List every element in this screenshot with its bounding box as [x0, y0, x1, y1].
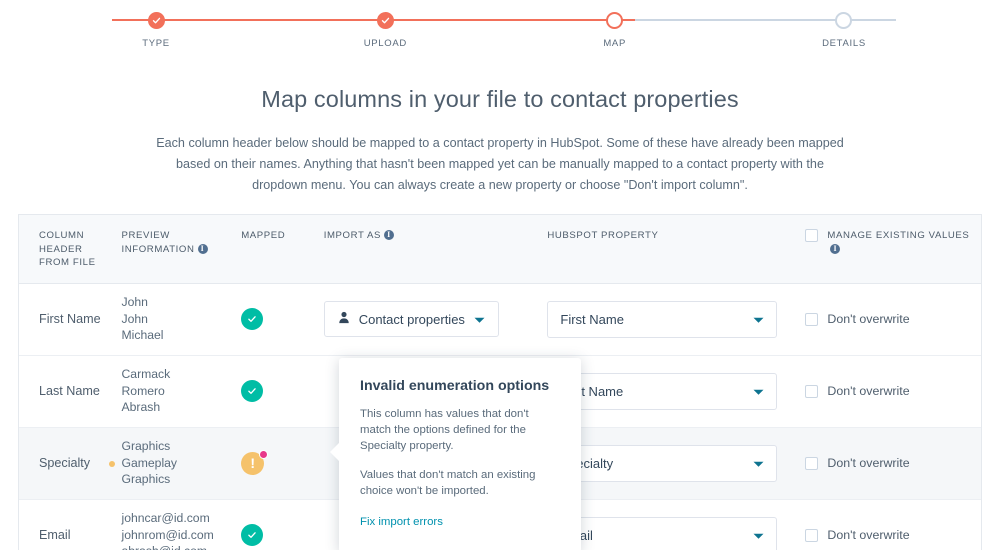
- invalid-enumeration-popover: Invalid enumeration options This column …: [330, 358, 581, 550]
- page-description: Each column header below should be mappe…: [156, 136, 844, 192]
- row-preview: johncar@id.com johnrom@id.com abrash@id.…: [121, 510, 241, 550]
- row-dont-overwrite: Don't overwrite: [805, 384, 981, 398]
- row-mapped-status: !: [241, 449, 323, 475]
- row-dont-overwrite: Don't overwrite: [805, 528, 981, 542]
- contact-icon: [338, 311, 350, 327]
- column-mapping-table: COLUMN HEADER FROM FILE PREVIEW INFORMAT…: [18, 214, 982, 550]
- import-as-dropdown[interactable]: Contact properties: [323, 301, 499, 337]
- preview-line: Graphics: [121, 439, 171, 454]
- dont-overwrite-label: Don't overwrite: [827, 456, 910, 470]
- step-label: UPLOAD: [363, 38, 407, 49]
- dont-overwrite-checkbox[interactable]: [805, 456, 819, 470]
- popover-paragraph-2: Values that don't match an existing choi…: [360, 469, 536, 497]
- intro-section: Map columns in your file to contact prop…: [0, 60, 1000, 196]
- preview-line: johnrom@id.com: [121, 527, 214, 542]
- preview-line: Graphics: [121, 472, 171, 487]
- preview-line: Abrash: [121, 400, 161, 415]
- page-title: Map columns in your file to contact prop…: [261, 86, 739, 112]
- hubspot-property-value: First Name: [560, 311, 624, 327]
- chevron-down-icon: [753, 312, 764, 327]
- preview-line: Michael: [121, 328, 164, 343]
- import-stepper: TYPE UPLOAD MAP DETAILS: [0, 0, 1000, 60]
- import-as-value: Contact properties: [358, 311, 465, 327]
- row-hubspot-property: Last Name: [547, 372, 805, 410]
- row-preview: Graphics Gameplay Graphics: [109, 438, 241, 488]
- hubspot-property-select[interactable]: Specialty: [547, 444, 778, 482]
- preview-line: johncar@id.com: [121, 511, 210, 526]
- circle-icon: [835, 12, 853, 29]
- preview-line: Carmack: [121, 367, 171, 382]
- fix-import-errors-link[interactable]: Fix import errors: [360, 516, 443, 528]
- header-import-as-label: IMPORT AS: [323, 230, 381, 241]
- row-preview: John John Michael: [121, 294, 241, 344]
- header-preview-information-label: PREVIEW INFORMATION: [121, 230, 195, 255]
- row-column-header: Email: [39, 527, 71, 542]
- chevron-down-icon: [474, 312, 485, 327]
- circle-icon: [606, 12, 624, 29]
- dont-overwrite-checkbox[interactable]: [805, 384, 819, 398]
- row-preview: Carmack Romero Abrash: [121, 366, 241, 416]
- header-preview-information: PREVIEW INFORMATION i: [121, 229, 241, 256]
- info-icon[interactable]: i: [384, 230, 394, 240]
- row-hubspot-property: First Name: [547, 300, 805, 338]
- header-column-header-from-file: COLUMN HEADER FROM FILE: [39, 230, 96, 268]
- header-manage-existing-values-label: MANAGE EXISTING VALUESi: [827, 230, 970, 254]
- check-icon: [147, 12, 165, 29]
- row-import-as: Contact properties: [323, 301, 548, 337]
- dont-overwrite-checkbox[interactable]: [805, 312, 819, 326]
- chevron-down-icon: [753, 456, 764, 471]
- hubspot-property-select[interactable]: Email: [547, 516, 778, 550]
- preview-line: John: [121, 311, 148, 326]
- row-mapped-status: [241, 308, 323, 330]
- preview-line: abrash@id.com: [121, 543, 235, 550]
- step-label: DETAILS: [822, 38, 866, 49]
- row-dont-overwrite: Don't overwrite: [805, 456, 981, 470]
- row-hubspot-property: Specialty: [547, 444, 805, 482]
- step-map[interactable]: MAP: [555, 12, 675, 49]
- step-details[interactable]: DETAILS: [784, 12, 904, 49]
- preview-line: Romero: [121, 383, 165, 398]
- row-column-header: Specialty: [39, 455, 91, 470]
- row-column-header: First Name: [39, 311, 101, 326]
- table-row: First Name John John Michael Contact pro…: [19, 284, 981, 356]
- preview-line: John: [121, 295, 148, 310]
- step-upload[interactable]: UPLOAD: [325, 12, 445, 49]
- step-type[interactable]: TYPE: [96, 12, 216, 49]
- header-mapped: MAPPED: [241, 230, 286, 241]
- mapped-warning-icon[interactable]: !: [241, 449, 269, 475]
- row-mapped-status: [241, 380, 323, 402]
- mapped-ok-icon: [241, 380, 264, 402]
- dont-overwrite-label: Don't overwrite: [827, 528, 910, 542]
- hubspot-property-select[interactable]: Last Name: [547, 372, 778, 410]
- chevron-down-icon: [753, 384, 764, 399]
- manage-existing-values-checkbox[interactable]: [805, 229, 819, 242]
- dont-overwrite-label: Don't overwrite: [827, 384, 910, 398]
- header-hubspot-property: HUBSPOT PROPERTY: [547, 230, 659, 241]
- hubspot-property-select[interactable]: First Name: [547, 300, 778, 338]
- step-label: MAP: [603, 38, 626, 49]
- header-import-as: IMPORT AS i: [324, 229, 548, 243]
- table-header-row: COLUMN HEADER FROM FILE PREVIEW INFORMAT…: [19, 215, 981, 284]
- step-label: TYPE: [142, 38, 170, 49]
- row-column-header: Last Name: [39, 383, 100, 398]
- popover-paragraph-1: This column has values that don't match …: [360, 408, 529, 452]
- error-badge-dot: [259, 449, 269, 459]
- mapped-ok-icon: [241, 308, 264, 330]
- mapped-ok-icon: [241, 524, 264, 546]
- check-icon: [376, 12, 394, 29]
- dont-overwrite-label: Don't overwrite: [827, 312, 910, 326]
- chevron-down-icon: [753, 528, 764, 543]
- row-mapped-status: [241, 524, 323, 546]
- dont-overwrite-checkbox[interactable]: [805, 528, 819, 542]
- info-icon[interactable]: i: [830, 243, 841, 254]
- row-dont-overwrite: Don't overwrite: [805, 312, 981, 326]
- info-icon[interactable]: i: [197, 243, 208, 254]
- popover-title: Invalid enumeration options: [360, 378, 550, 394]
- row-hubspot-property: Email: [547, 516, 805, 550]
- header-manage-existing-values: MANAGE EXISTING VALUESi: [805, 229, 981, 256]
- preview-line-flagged: Gameplay: [109, 455, 235, 472]
